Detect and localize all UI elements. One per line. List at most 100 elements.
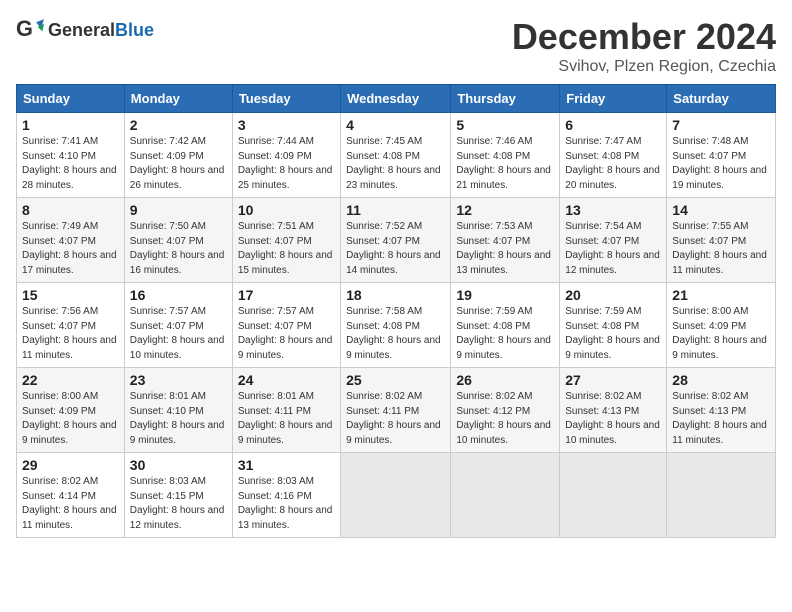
weekday-header-monday: Monday <box>124 85 232 113</box>
page-header: G GeneralBlue December 2024 Svihov, Plze… <box>16 16 776 76</box>
calendar-cell: 10 Sunrise: 7:51 AM Sunset: 4:07 PM Dayl… <box>232 198 340 283</box>
day-number: 31 <box>238 457 335 473</box>
calendar-cell: 9 Sunrise: 7:50 AM Sunset: 4:07 PM Dayli… <box>124 198 232 283</box>
week-row-4: 22 Sunrise: 8:00 AM Sunset: 4:09 PM Dayl… <box>17 368 776 453</box>
day-detail: Sunrise: 7:52 AM Sunset: 4:07 PM Dayligh… <box>346 220 445 278</box>
day-detail: Sunrise: 7:59 AM Sunset: 4:08 PM Dayligh… <box>565 305 661 363</box>
month-title: December 2024 <box>512 16 776 58</box>
calendar-cell: 5 Sunrise: 7:46 AM Sunset: 4:08 PM Dayli… <box>451 113 560 198</box>
calendar-cell: 25 Sunrise: 8:02 AM Sunset: 4:11 PM Dayl… <box>341 368 451 453</box>
day-number: 1 <box>22 117 119 133</box>
day-detail: Sunrise: 7:59 AM Sunset: 4:08 PM Dayligh… <box>456 305 554 363</box>
weekday-header-saturday: Saturday <box>667 85 776 113</box>
day-number: 29 <box>22 457 119 473</box>
day-number: 4 <box>346 117 445 133</box>
calendar-cell: 31 Sunrise: 8:03 AM Sunset: 4:16 PM Dayl… <box>232 453 340 538</box>
day-number: 7 <box>672 117 770 133</box>
day-detail: Sunrise: 7:50 AM Sunset: 4:07 PM Dayligh… <box>130 220 227 278</box>
day-detail: Sunrise: 7:58 AM Sunset: 4:08 PM Dayligh… <box>346 305 445 363</box>
calendar-cell: 6 Sunrise: 7:47 AM Sunset: 4:08 PM Dayli… <box>560 113 667 198</box>
day-detail: Sunrise: 8:00 AM Sunset: 4:09 PM Dayligh… <box>672 305 770 363</box>
day-number: 16 <box>130 287 227 303</box>
day-detail: Sunrise: 7:44 AM Sunset: 4:09 PM Dayligh… <box>238 135 335 193</box>
calendar-cell <box>451 453 560 538</box>
calendar-cell: 3 Sunrise: 7:44 AM Sunset: 4:09 PM Dayli… <box>232 113 340 198</box>
logo-icon: G <box>16 16 44 44</box>
calendar-cell <box>341 453 451 538</box>
calendar-cell: 21 Sunrise: 8:00 AM Sunset: 4:09 PM Dayl… <box>667 283 776 368</box>
calendar-cell <box>560 453 667 538</box>
day-detail: Sunrise: 7:56 AM Sunset: 4:07 PM Dayligh… <box>22 305 119 363</box>
logo: G GeneralBlue <box>16 16 154 44</box>
calendar-cell: 27 Sunrise: 8:02 AM Sunset: 4:13 PM Dayl… <box>560 368 667 453</box>
day-number: 25 <box>346 372 445 388</box>
calendar-cell: 24 Sunrise: 8:01 AM Sunset: 4:11 PM Dayl… <box>232 368 340 453</box>
calendar-cell: 23 Sunrise: 8:01 AM Sunset: 4:10 PM Dayl… <box>124 368 232 453</box>
day-detail: Sunrise: 8:02 AM Sunset: 4:13 PM Dayligh… <box>565 390 661 448</box>
calendar-cell: 16 Sunrise: 7:57 AM Sunset: 4:07 PM Dayl… <box>124 283 232 368</box>
calendar-cell: 19 Sunrise: 7:59 AM Sunset: 4:08 PM Dayl… <box>451 283 560 368</box>
day-number: 9 <box>130 202 227 218</box>
calendar-cell: 15 Sunrise: 7:56 AM Sunset: 4:07 PM Dayl… <box>17 283 125 368</box>
calendar-cell: 22 Sunrise: 8:00 AM Sunset: 4:09 PM Dayl… <box>17 368 125 453</box>
day-number: 30 <box>130 457 227 473</box>
week-row-3: 15 Sunrise: 7:56 AM Sunset: 4:07 PM Dayl… <box>17 283 776 368</box>
calendar-cell: 17 Sunrise: 7:57 AM Sunset: 4:07 PM Dayl… <box>232 283 340 368</box>
day-number: 2 <box>130 117 227 133</box>
day-detail: Sunrise: 8:02 AM Sunset: 4:11 PM Dayligh… <box>346 390 445 448</box>
calendar-cell: 20 Sunrise: 7:59 AM Sunset: 4:08 PM Dayl… <box>560 283 667 368</box>
day-detail: Sunrise: 8:01 AM Sunset: 4:10 PM Dayligh… <box>130 390 227 448</box>
location-title: Svihov, Plzen Region, Czechia <box>512 58 776 76</box>
calendar-cell: 1 Sunrise: 7:41 AM Sunset: 4:10 PM Dayli… <box>17 113 125 198</box>
logo-text: GeneralBlue <box>48 20 154 41</box>
day-number: 8 <box>22 202 119 218</box>
day-detail: Sunrise: 7:46 AM Sunset: 4:08 PM Dayligh… <box>456 135 554 193</box>
calendar-cell: 8 Sunrise: 7:49 AM Sunset: 4:07 PM Dayli… <box>17 198 125 283</box>
calendar-cell: 29 Sunrise: 8:02 AM Sunset: 4:14 PM Dayl… <box>17 453 125 538</box>
weekday-header-sunday: Sunday <box>17 85 125 113</box>
day-number: 11 <box>346 202 445 218</box>
day-number: 17 <box>238 287 335 303</box>
day-detail: Sunrise: 7:45 AM Sunset: 4:08 PM Dayligh… <box>346 135 445 193</box>
day-detail: Sunrise: 8:00 AM Sunset: 4:09 PM Dayligh… <box>22 390 119 448</box>
day-number: 27 <box>565 372 661 388</box>
week-row-5: 29 Sunrise: 8:02 AM Sunset: 4:14 PM Dayl… <box>17 453 776 538</box>
day-detail: Sunrise: 8:03 AM Sunset: 4:16 PM Dayligh… <box>238 475 335 533</box>
day-number: 18 <box>346 287 445 303</box>
calendar-cell: 26 Sunrise: 8:02 AM Sunset: 4:12 PM Dayl… <box>451 368 560 453</box>
day-number: 20 <box>565 287 661 303</box>
week-row-2: 8 Sunrise: 7:49 AM Sunset: 4:07 PM Dayli… <box>17 198 776 283</box>
calendar-cell: 4 Sunrise: 7:45 AM Sunset: 4:08 PM Dayli… <box>341 113 451 198</box>
day-detail: Sunrise: 8:02 AM Sunset: 4:14 PM Dayligh… <box>22 475 119 533</box>
day-number: 23 <box>130 372 227 388</box>
day-number: 3 <box>238 117 335 133</box>
day-number: 26 <box>456 372 554 388</box>
day-number: 21 <box>672 287 770 303</box>
day-number: 13 <box>565 202 661 218</box>
day-detail: Sunrise: 7:49 AM Sunset: 4:07 PM Dayligh… <box>22 220 119 278</box>
calendar-cell: 30 Sunrise: 8:03 AM Sunset: 4:15 PM Dayl… <box>124 453 232 538</box>
calendar-cell <box>667 453 776 538</box>
day-number: 12 <box>456 202 554 218</box>
day-number: 14 <box>672 202 770 218</box>
day-number: 28 <box>672 372 770 388</box>
day-detail: Sunrise: 7:41 AM Sunset: 4:10 PM Dayligh… <box>22 135 119 193</box>
weekday-header-tuesday: Tuesday <box>232 85 340 113</box>
svg-text:G: G <box>16 16 33 41</box>
day-detail: Sunrise: 7:48 AM Sunset: 4:07 PM Dayligh… <box>672 135 770 193</box>
day-detail: Sunrise: 7:55 AM Sunset: 4:07 PM Dayligh… <box>672 220 770 278</box>
day-number: 22 <box>22 372 119 388</box>
day-number: 5 <box>456 117 554 133</box>
calendar-cell: 13 Sunrise: 7:54 AM Sunset: 4:07 PM Dayl… <box>560 198 667 283</box>
day-detail: Sunrise: 8:03 AM Sunset: 4:15 PM Dayligh… <box>130 475 227 533</box>
weekday-header-thursday: Thursday <box>451 85 560 113</box>
calendar-cell: 18 Sunrise: 7:58 AM Sunset: 4:08 PM Dayl… <box>341 283 451 368</box>
day-detail: Sunrise: 7:53 AM Sunset: 4:07 PM Dayligh… <box>456 220 554 278</box>
calendar-cell: 2 Sunrise: 7:42 AM Sunset: 4:09 PM Dayli… <box>124 113 232 198</box>
day-detail: Sunrise: 7:57 AM Sunset: 4:07 PM Dayligh… <box>130 305 227 363</box>
day-detail: Sunrise: 8:02 AM Sunset: 4:12 PM Dayligh… <box>456 390 554 448</box>
day-detail: Sunrise: 7:51 AM Sunset: 4:07 PM Dayligh… <box>238 220 335 278</box>
day-detail: Sunrise: 7:42 AM Sunset: 4:09 PM Dayligh… <box>130 135 227 193</box>
day-number: 10 <box>238 202 335 218</box>
weekday-header-row: SundayMondayTuesdayWednesdayThursdayFrid… <box>17 85 776 113</box>
